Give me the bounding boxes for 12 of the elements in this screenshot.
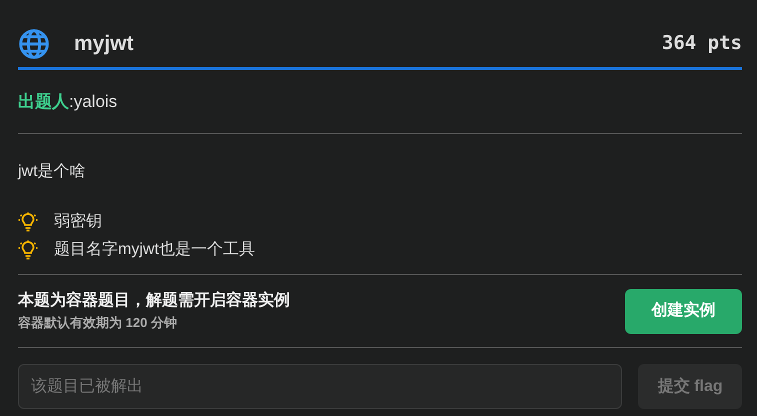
challenge-title: myjwt: [73, 30, 134, 57]
lightbulb-icon: [18, 240, 38, 260]
hint-text: 题目名字myjwt也是一个工具: [54, 240, 255, 260]
globe-icon: [18, 28, 50, 60]
points-value: 364 pts: [662, 31, 742, 56]
create-instance-button[interactable]: 创建实例: [625, 288, 742, 334]
author-line: 出题人:yalois: [18, 90, 118, 113]
lightbulb-icon: [18, 212, 38, 232]
container-duration: 容器默认有效期为 120 分钟: [18, 314, 178, 332]
container-notice: 本题为容器题目，解题需开启容器实例: [18, 290, 290, 312]
challenge-description: jwt是个啥: [18, 163, 86, 180]
hint-text: 弱密钥: [54, 212, 102, 232]
